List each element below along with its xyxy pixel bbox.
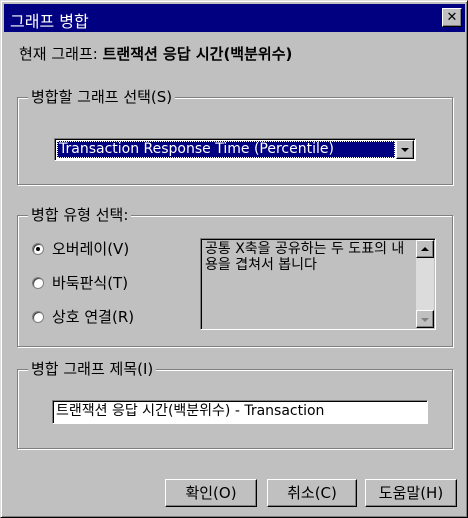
graph-select-dropdown-button[interactable] bbox=[396, 140, 414, 159]
current-graph-label: 현재 그래프: bbox=[19, 45, 98, 63]
merge-type-description: 공통 X축을 공유하는 두 도표의 내용을 겹쳐서 봅니다 bbox=[200, 238, 436, 330]
graph-select-value: Transaction Response Time (Percentile) bbox=[57, 141, 395, 158]
current-graph-value: 트랜잭션 응답 시간(백분위수) bbox=[102, 45, 293, 63]
radio-selected-dot bbox=[36, 247, 40, 251]
merge-title-group-label: 병합 그래프 제목(I) bbox=[28, 360, 157, 378]
graph-select-combobox[interactable]: Transaction Response Time (Percentile) bbox=[54, 138, 416, 161]
merge-title-group: 병합 그래프 제목(I) 트랜잭션 응답 시간(백분위수) - Transact… bbox=[17, 360, 453, 449]
merge-type-group: 병합 유형 선택: 오버레이(V) 바둑판식(T) 상호 연결(R) 공통 X축… bbox=[17, 206, 453, 347]
radio-tile-label[interactable]: 바둑판식(T) bbox=[52, 274, 128, 292]
title-bar[interactable]: 그래프 병합 ✕ bbox=[4, 4, 465, 32]
close-button[interactable]: ✕ bbox=[442, 8, 462, 27]
arrow-up-icon bbox=[421, 247, 429, 251]
merge-graph-dialog: 그래프 병합 ✕ 현재 그래프: 트랜잭션 응답 시간(백분위수) 병합할 그래… bbox=[0, 0, 468, 518]
scroll-up-button[interactable] bbox=[416, 240, 434, 258]
dialog-title: 그래프 병합 bbox=[10, 12, 89, 31]
current-graph-row: 현재 그래프: 트랜잭션 응답 시간(백분위수) bbox=[19, 43, 292, 64]
select-graph-group: 병합할 그래프 선택(S) Transaction Response Time … bbox=[17, 88, 453, 185]
radio-tile-button[interactable] bbox=[32, 277, 44, 289]
radio-correlate-label[interactable]: 상호 연결(R) bbox=[52, 308, 134, 326]
merge-title-input[interactable]: 트랜잭션 응답 시간(백분위수) - Transaction bbox=[52, 400, 428, 424]
arrow-down-icon bbox=[421, 318, 429, 322]
merge-type-description-text: 공통 X축을 공유하는 두 도표의 내용을 겹쳐서 봅니다 bbox=[205, 241, 405, 273]
description-scrollbar[interactable] bbox=[416, 240, 434, 328]
close-icon: ✕ bbox=[446, 10, 458, 25]
scroll-down-button[interactable] bbox=[416, 310, 434, 328]
merge-type-group-label: 병합 유형 선택: bbox=[28, 206, 132, 224]
cancel-button[interactable]: 취소(C) bbox=[267, 479, 357, 507]
chevron-down-icon bbox=[401, 148, 409, 152]
help-button[interactable]: 도움말(H) bbox=[365, 479, 457, 507]
radio-overlay-label[interactable]: 오버레이(V) bbox=[52, 240, 129, 258]
ok-button[interactable]: 확인(O) bbox=[165, 479, 257, 507]
radio-overlay-button[interactable] bbox=[32, 243, 44, 255]
select-graph-group-label: 병합할 그래프 선택(S) bbox=[28, 88, 176, 106]
radio-correlate-button[interactable] bbox=[32, 311, 44, 323]
